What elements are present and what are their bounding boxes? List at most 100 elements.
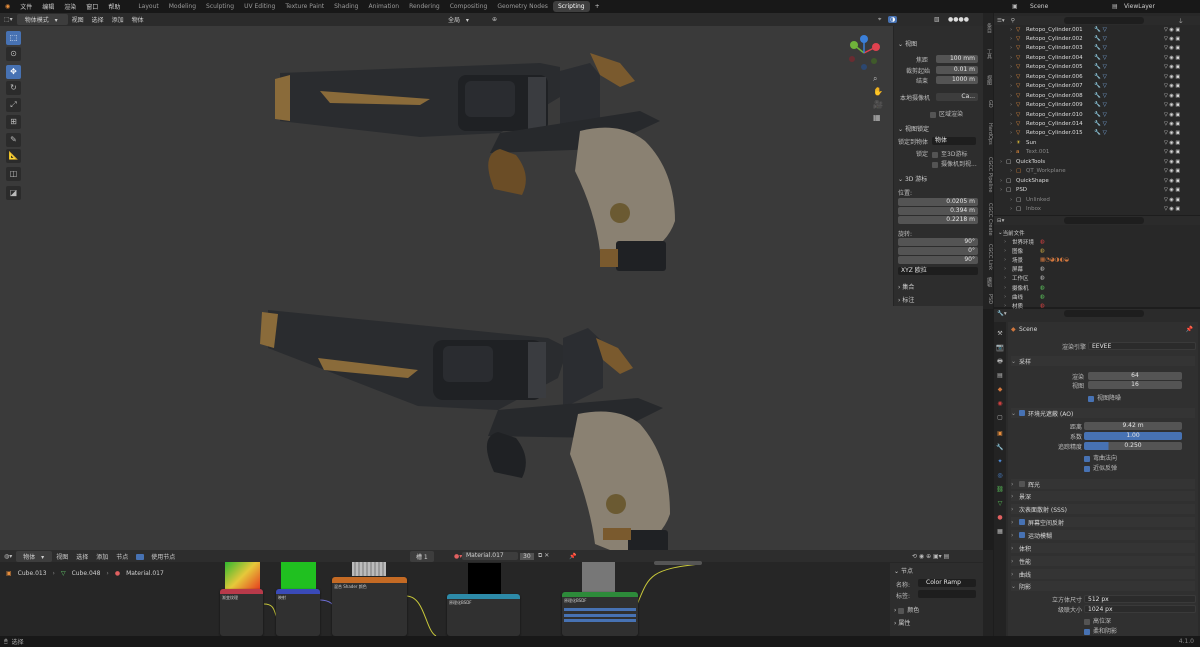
high-bitdepth-checkbox[interactable]: 高位深 — [1084, 616, 1111, 625]
tab-shading[interactable]: Shading — [329, 1, 363, 12]
performance-section[interactable]: › 性能 — [1011, 556, 1195, 566]
visibility-toggles-icon[interactable]: ▽ ◉ ▣ — [1164, 149, 1180, 155]
material-actions-icons[interactable]: ⧉ ✕ — [534, 552, 553, 560]
expand-arrow-icon[interactable]: › — [1004, 248, 1006, 254]
outliner-row[interactable]: › ▽ Retopo_Cylinder.001 🔧 ▽ ▽ ◉ ▣ — [994, 25, 1200, 34]
tab-edit[interactable]: 编辑 — [983, 275, 993, 289]
expand-arrow-icon[interactable]: › — [1010, 55, 1012, 61]
navigation-gizmo[interactable] — [846, 35, 882, 71]
breadcrumb-object[interactable]: Cube.013 — [18, 570, 47, 577]
ao-factor-field[interactable]: 1.00 — [1084, 432, 1182, 440]
expand-arrow-icon[interactable]: › — [1010, 45, 1012, 51]
node-mix-color[interactable]: 混合 Shader 颜色 — [332, 577, 407, 636]
expand-arrow-icon[interactable]: › — [1010, 102, 1012, 108]
menu-help[interactable]: 帮助 — [103, 2, 125, 11]
expand-arrow-icon[interactable]: › — [1010, 206, 1012, 212]
tool-tab-icon[interactable]: ⚒ — [996, 330, 1004, 338]
tab-rendering[interactable]: Rendering — [404, 1, 445, 12]
clip-end-field[interactable]: 1000 m — [936, 76, 978, 84]
browser-item[interactable]: › 曲线 ◍ — [994, 292, 1200, 301]
tab-hardops[interactable]: HardOps — [983, 117, 993, 151]
clip-start-field[interactable]: 0.01 m — [936, 66, 978, 74]
expand-arrow-icon[interactable]: › — [1004, 266, 1006, 272]
bounces-checkbox[interactable]: 近似反弹 — [1084, 463, 1117, 472]
tab-animation[interactable]: Animation — [363, 1, 404, 12]
view-section-header[interactable]: ⌄ 视图 — [898, 39, 980, 48]
tab-layout[interactable]: Layout — [133, 1, 163, 12]
breadcrumb-material[interactable]: Material.017 — [126, 570, 164, 577]
rot-z-field[interactable]: 90° — [898, 256, 978, 264]
expand-arrow-icon[interactable]: › — [1004, 257, 1006, 263]
viewlayer-tab-icon[interactable]: ▤ — [996, 372, 1004, 380]
outliner-row[interactable]: › ▢ PSD ▽ ◉ ▣ — [994, 186, 1200, 195]
use-nodes-checkbox[interactable]: 使用节点 — [132, 552, 183, 561]
volumetrics-section[interactable]: › 体积 — [1011, 543, 1195, 553]
add-workspace-icon[interactable]: + — [590, 3, 605, 10]
properties-search-input[interactable] — [1064, 310, 1144, 317]
outliner-editor-icon[interactable]: ☰▾ — [994, 18, 1005, 24]
visibility-toggles-icon[interactable]: ▽ ◉ ▣ — [1164, 130, 1180, 136]
modifier-data-icons[interactable]: 🔧 ▽ — [1094, 74, 1107, 80]
node-menu-node[interactable]: 节点 — [112, 552, 132, 561]
expand-arrow-icon[interactable]: › — [1010, 197, 1012, 203]
expand-arrow-icon[interactable]: › — [1010, 121, 1012, 127]
visibility-toggles-icon[interactable]: ▽ ◉ ▣ — [1164, 187, 1180, 193]
outliner-row[interactable]: › a Text.001 ▽ ◉ ▣ — [994, 148, 1200, 157]
select-tool-icon[interactable]: ⬚ — [6, 31, 21, 45]
outliner-row[interactable]: › ▽ Retopo_Cylinder.005 🔧 ▽ ▽ ◉ ▣ — [994, 63, 1200, 72]
visibility-toggles-icon[interactable]: ▽ ◉ ▣ — [1164, 121, 1180, 127]
outliner-row[interactable]: › ▢ QuickShape ▽ ◉ ▣ — [994, 176, 1200, 185]
outliner-row[interactable]: › ▢ Inbox ▽ ◉ ▣ — [994, 205, 1200, 214]
menu-window[interactable]: 窗口 — [81, 2, 103, 11]
modifier-data-icons[interactable]: 🔧 ▽ — [1094, 102, 1107, 108]
dof-section[interactable]: › 景深 — [1011, 491, 1195, 501]
browser-item[interactable]: › 世界环境 ◍ — [994, 237, 1200, 246]
collections-section-header[interactable]: › 集合 — [898, 282, 980, 291]
add-cube-tool-icon[interactable]: ◫ — [6, 167, 21, 181]
outliner-filter-icon[interactable]: ⏚ — [1178, 17, 1184, 25]
outliner-row[interactable]: › ▽ Retopo_Cylinder.008 🔧 ▽ ▽ ◉ ▣ — [994, 91, 1200, 100]
transform-tool-icon[interactable]: ⊞ — [6, 115, 21, 129]
measure-tool-icon[interactable]: 📐 — [6, 149, 21, 163]
shader-type-select[interactable]: 物体 ▾ — [16, 550, 53, 562]
expand-arrow-icon[interactable]: › — [1004, 239, 1006, 245]
node-principled-1[interactable]: 原理化BSDF — [447, 594, 520, 636]
cursor-tool-icon[interactable]: ⊙ — [6, 47, 21, 61]
menu-object[interactable]: 物体 — [128, 15, 148, 24]
render-tab-icon[interactable]: 📷 — [996, 344, 1004, 352]
rotate-tool-icon[interactable]: ↻ — [6, 81, 21, 95]
visibility-toggles-icon[interactable]: ▽ ◉ ▣ — [1164, 74, 1180, 80]
overlay-icon[interactable]: ◑ — [888, 16, 898, 23]
expand-arrow-icon[interactable]: › — [1004, 285, 1006, 291]
world-tab-icon[interactable]: ◉ — [996, 400, 1004, 408]
viewport-denoise-checkbox[interactable]: 视图降噪 — [1088, 393, 1121, 402]
outliner-row[interactable]: › ▽ Retopo_Cylinder.010 🔧 ▽ ▽ ◉ ▣ — [994, 110, 1200, 119]
loc-x-field[interactable]: 0.0205 m — [898, 198, 978, 206]
rot-y-field[interactable]: 0° — [898, 247, 978, 255]
browser-root[interactable]: ⌄ 当前文件 — [994, 228, 1200, 237]
data-tab-icon[interactable]: ▽ — [996, 500, 1004, 508]
node-section-header[interactable]: ⌄ 节点 — [894, 566, 913, 575]
visibility-toggles-icon[interactable]: ▽ ◉ ▣ — [1164, 168, 1180, 174]
ssr-section[interactable]: › 屏幕空间反射 — [1011, 517, 1195, 527]
node-name-field[interactable]: Color Ramp — [918, 579, 976, 587]
node-menu-view[interactable]: 视图 — [52, 552, 72, 561]
tab-cgcc-pipeline[interactable]: CGCC Pipeline — [983, 153, 993, 197]
tab-psd[interactable]: PSD — [983, 291, 993, 307]
shader-editor[interactable]: ◍▾ 物体 ▾ 视图 选择 添加 节点 使用节点 槽 1 ●▾ Material… — [0, 550, 983, 636]
shading-solid-icon[interactable]: ●●●● — [944, 16, 973, 23]
browser-item[interactable]: › 场景 ▦◔◕◑◐◒ — [994, 255, 1200, 264]
visibility-toggles-icon[interactable]: ▽ ◉ ▣ — [1164, 112, 1180, 118]
object-tab-icon[interactable]: ▣ — [996, 430, 1004, 438]
browser-item[interactable]: › 摄像机 ◍ — [994, 283, 1200, 292]
outliner-row[interactable]: › ▽ Retopo_Cylinder.007 🔧 ▽ ▽ ◉ ▣ — [994, 82, 1200, 91]
texture-tab-icon[interactable]: ▦ — [996, 528, 1004, 536]
expand-arrow-icon[interactable]: › — [1004, 275, 1006, 281]
material-name-field[interactable]: Material.017 — [462, 552, 518, 560]
expand-arrow-icon[interactable]: › — [1004, 294, 1006, 300]
annotate-tool-icon[interactable]: ✎ — [6, 133, 21, 147]
modifier-tab-icon[interactable]: 🔧 — [996, 444, 1004, 452]
scene-tab-icon[interactable]: ◆ — [996, 386, 1004, 394]
modifier-data-icons[interactable]: 🔧 ▽ — [1094, 27, 1107, 33]
view-lock-section-header[interactable]: ⌄ 视图锁定 — [898, 124, 980, 133]
